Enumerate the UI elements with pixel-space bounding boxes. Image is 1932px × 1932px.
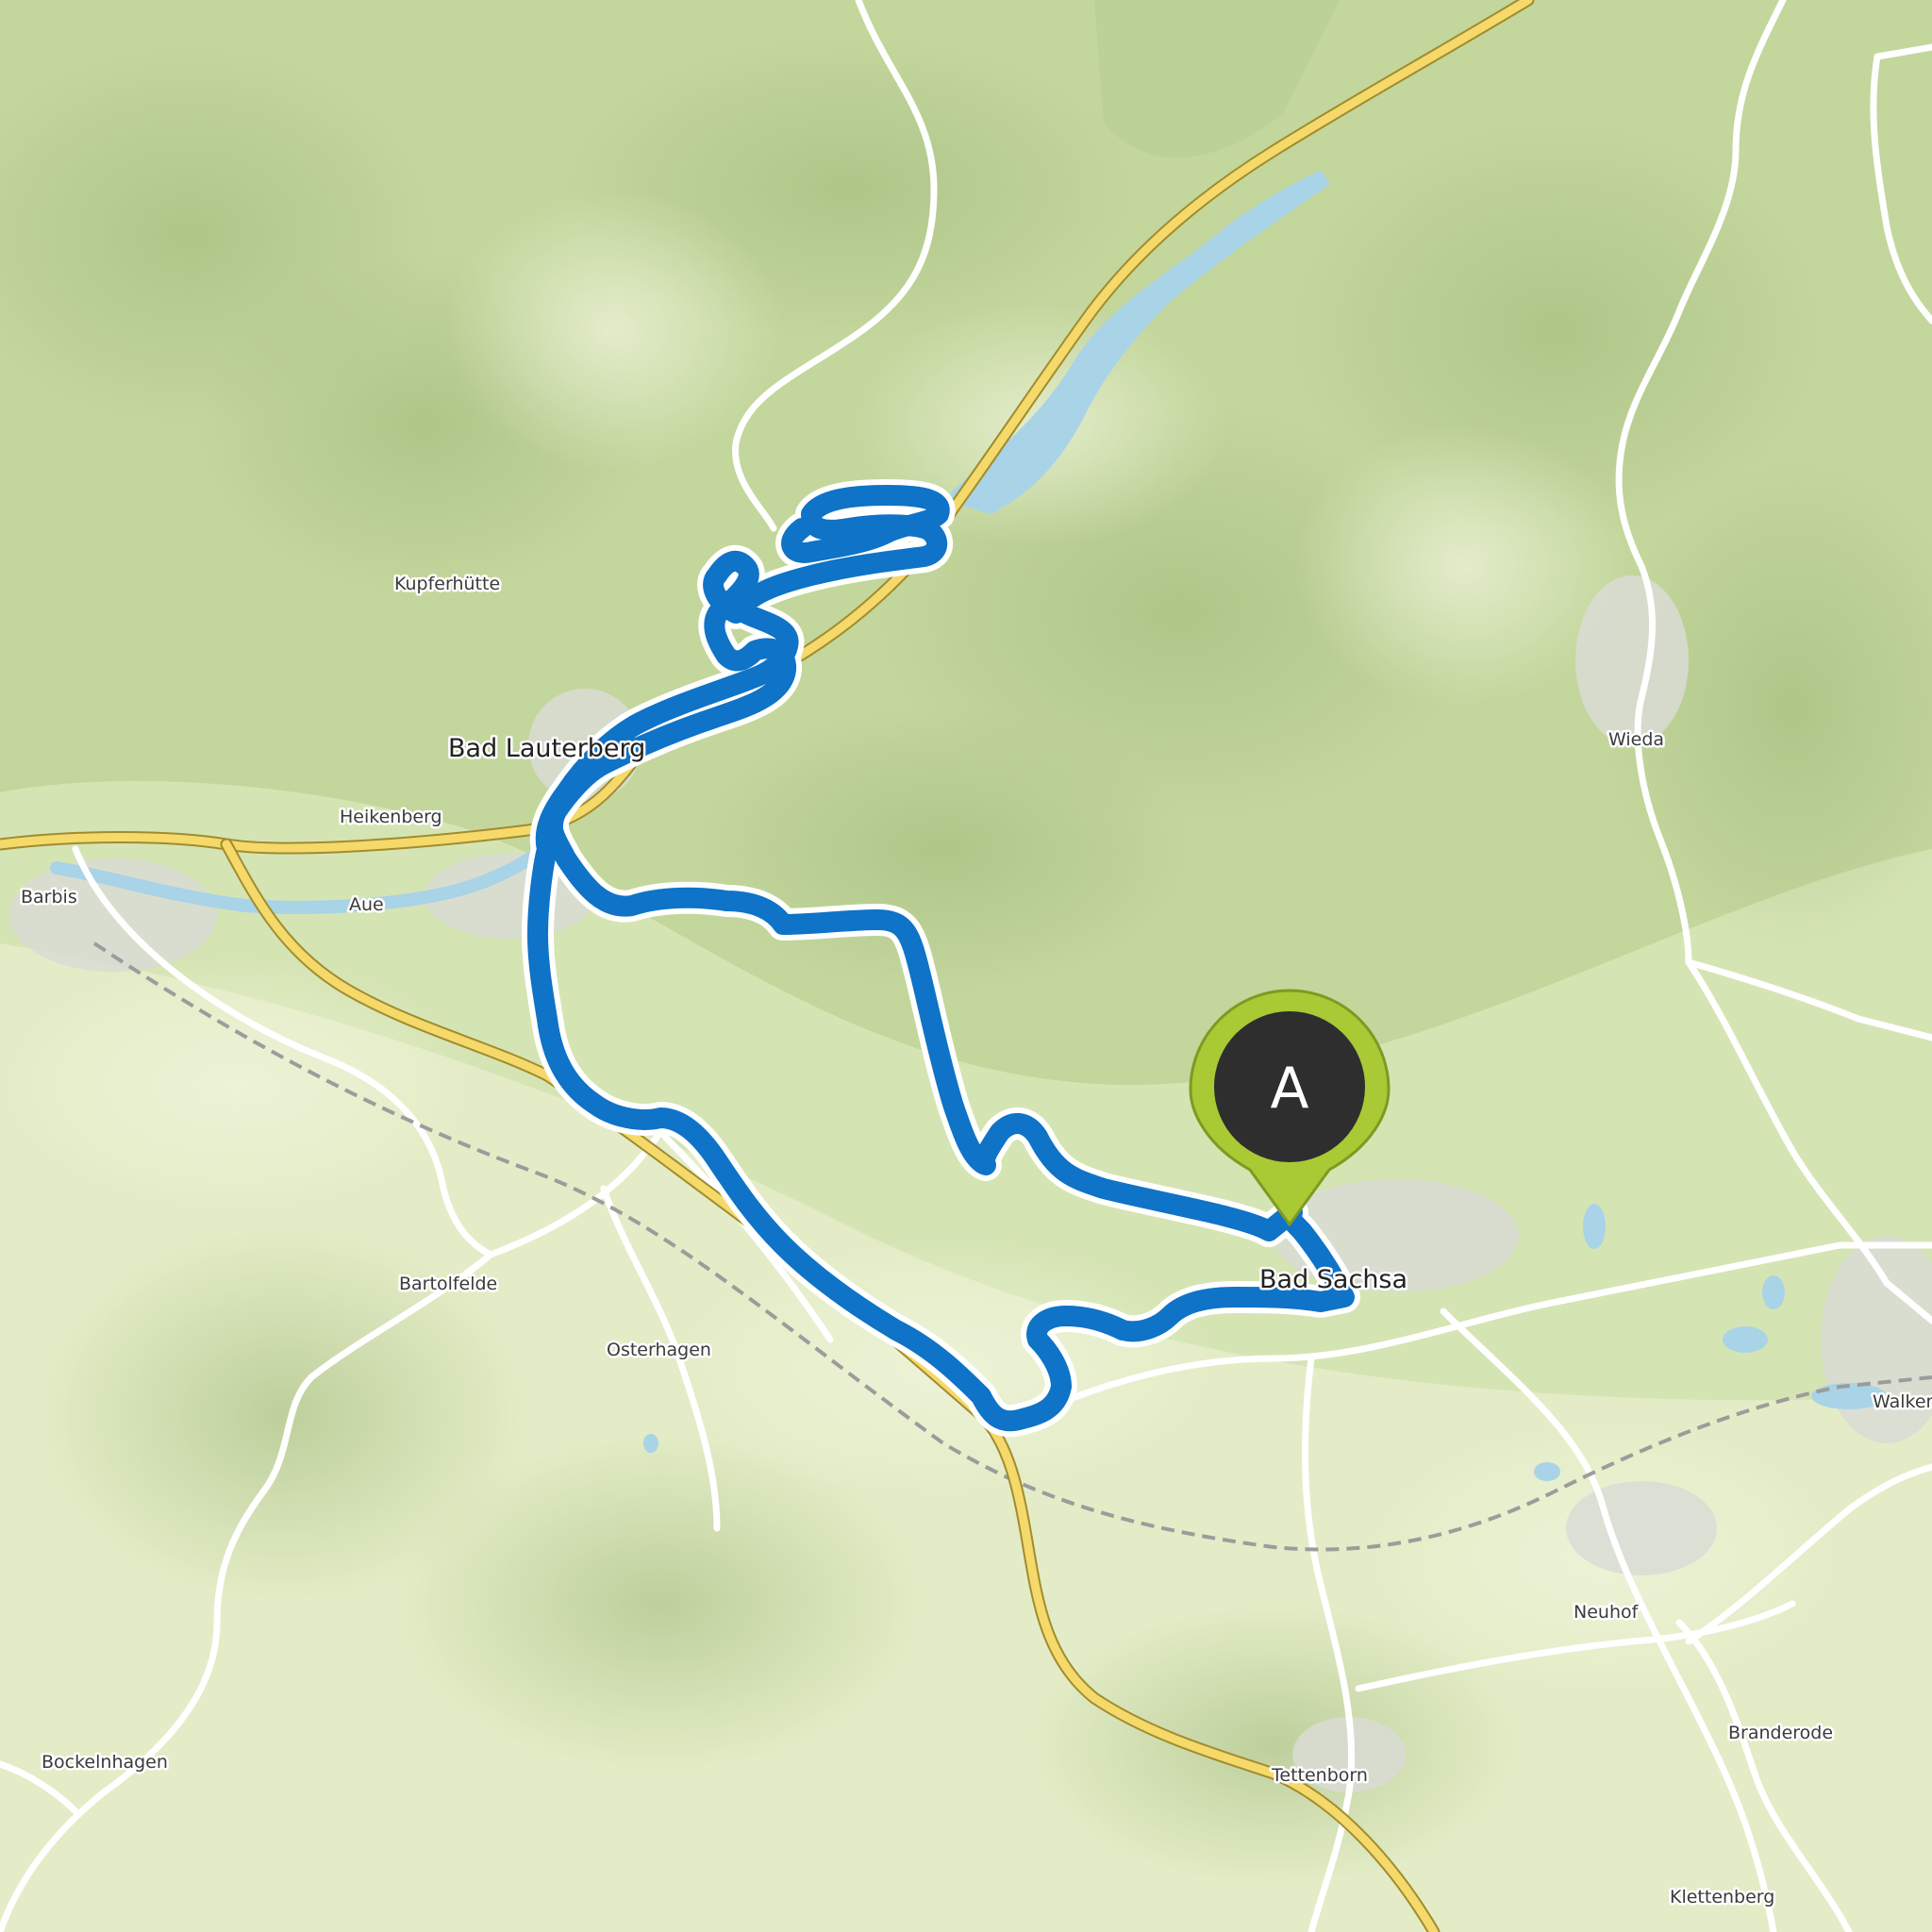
label-neuhof: Neuhof xyxy=(1574,1602,1640,1623)
label-kupferhuette: Kupferhütte xyxy=(394,574,500,594)
label-walkenried: Walkenried xyxy=(1873,1391,1932,1412)
label-branderode: Branderode xyxy=(1728,1723,1833,1743)
label-bad-lauterberg: Bad Lauterberg xyxy=(448,734,645,763)
map-canvas[interactable]: Kupferhütte Bad Lauterberg Heikenberg Ba… xyxy=(0,0,1932,1932)
label-wieda: Wieda xyxy=(1608,729,1664,750)
label-osterhagen: Osterhagen xyxy=(607,1340,711,1360)
label-heikenberg: Heikenberg xyxy=(340,807,442,827)
label-aue: Aue xyxy=(349,894,384,915)
label-klettenberg: Klettenberg xyxy=(1670,1887,1774,1907)
label-bockelnhagen: Bockelnhagen xyxy=(42,1752,168,1773)
label-barbis: Barbis xyxy=(21,887,77,908)
label-bartolfelde: Bartolfelde xyxy=(399,1274,497,1294)
label-bad-sachsa: Bad Sachsa xyxy=(1259,1265,1407,1294)
marker-letter: A xyxy=(1270,1056,1308,1122)
label-tettenborn: Tettenborn xyxy=(1271,1765,1368,1786)
